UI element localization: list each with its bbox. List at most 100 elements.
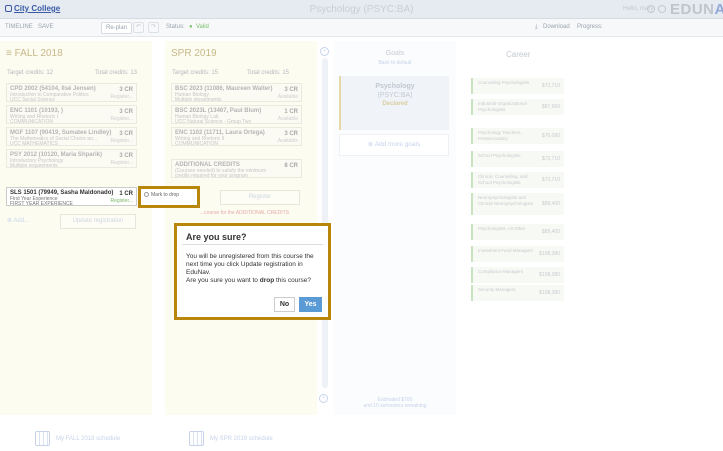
goal-card[interactable]: Psychology (PSYC:BA) Declared — [339, 76, 449, 130]
career-item[interactable]: Compliance Managers $108,380 — [471, 267, 564, 283]
calendar-icon — [35, 431, 50, 446]
total-credits: Total credits: 15 — [247, 70, 290, 76]
add-course-label: Add... — [13, 218, 30, 224]
career-item[interactable]: Psychologists, All Other $89,400 — [471, 224, 564, 240]
career-salary: $108,380 — [539, 290, 560, 296]
career-salary: $76,090 — [541, 133, 560, 139]
career-item[interactable]: Neuropsychologists and Clinical Neuropsy… — [471, 193, 564, 215]
course-card[interactable]: BSC 2023L (13467, Paul Blum) Human Biolo… — [171, 105, 302, 125]
save-button[interactable]: SAVE — [38, 24, 54, 30]
goal-status: Declared — [382, 101, 408, 107]
timeline-tab[interactable]: TIMELINE — [5, 24, 33, 30]
fall-title: ≡ FALL 2018 — [6, 48, 63, 59]
course-credits: 1 CR — [284, 109, 298, 115]
course-credits: 3 CR — [284, 87, 298, 93]
status-value: Valid — [196, 24, 209, 30]
edunav-brand: EDUNAV — [670, 1, 723, 18]
career-item[interactable]: Investment Fund Managers $108,380 — [471, 246, 564, 262]
mark-to-drop-button[interactable]: Mark to drop — [144, 192, 179, 198]
career-name: Industrial-Organizational Psychologists — [478, 101, 527, 112]
course-requirement: Multiple departments — [175, 97, 222, 103]
settings-icon[interactable] — [658, 5, 666, 13]
course-requirement: UCC Natural Science - Group Two — [175, 119, 252, 125]
career-name: Neuropsychologists and Clinical Neuropsy… — [478, 195, 534, 206]
toolbar: TIMELINE SAVE Re-plan ↶ ↷ Status: ● Vali… — [0, 19, 723, 37]
dialog-question-pre: Are you sure you want to — [186, 277, 260, 284]
course-card[interactable]: ENC 1101 (10193, ) Writing and Rhetoric … — [6, 105, 137, 125]
course-requirement: UCC Social Science — [10, 97, 56, 103]
additional-credits-card[interactable]: ADDITIONAL CREDITS (Courses needed) to s… — [171, 159, 302, 179]
career-name: Psychology Teachers, Postsecondary — [478, 130, 522, 141]
course-status: Register... — [110, 160, 133, 166]
course-card[interactable]: PSY 2012 (10120, Maria Shparik) Introduc… — [6, 149, 137, 169]
career-salary: $89,400 — [541, 201, 560, 207]
fall-schedule-link[interactable]: My FALL 2018 schedule — [35, 431, 120, 451]
goals-title: Goals — [385, 50, 405, 57]
add-more-goals-label: Add more goals — [374, 141, 421, 148]
dialog-line: EduNav. — [186, 269, 211, 276]
dialog-question-bold: drop — [259, 277, 275, 284]
confirm-drop-dialog: Are you sure? You will be unregistered f… — [174, 223, 331, 320]
career-item[interactable]: Psychology Teachers, Postsecondary $76,09… — [471, 128, 564, 144]
progress-label: Progress: — [577, 24, 603, 30]
career-salary: $72,710 — [541, 156, 560, 162]
course-requirement: COMMUNICATION — [10, 119, 53, 125]
download-button[interactable]: Download — [543, 24, 570, 30]
update-registration-button[interactable]: Update registration — [60, 214, 136, 229]
course-card[interactable]: MGF 1107 (90419, Sumatee Lindley) The Ma… — [6, 127, 137, 147]
course-requirement: credits required for your program — [175, 173, 248, 179]
dialog-line: next time you click Update registration … — [186, 261, 303, 268]
goal-code: (PSYC:BA) — [377, 92, 413, 99]
status-label: Status: — [166, 24, 185, 30]
target-credits[interactable]: Target credits: 12 — [7, 70, 53, 76]
additional-credits-note: ...course for the ADDITIONAL CREDITS — [200, 210, 290, 216]
mark-to-drop-label: Mark to drop — [151, 192, 180, 198]
plus-icon: ⊕ — [367, 141, 375, 148]
redo-icon[interactable]: ↷ — [148, 22, 159, 33]
career-name: Clinical, Counseling, and School Psychol… — [478, 174, 528, 185]
course-credits: 1 CR — [119, 191, 133, 197]
career-item[interactable]: Security Managers $108,380 — [471, 285, 564, 301]
career-name: Compliance Managers — [478, 269, 524, 274]
course-card[interactable]: CPD 2002 (54104, Ilsé Jensen) Introducti… — [6, 83, 137, 103]
back-to-default-link[interactable]: Back to default — [334, 60, 456, 66]
career-item[interactable]: School Psychologists $72,710 — [471, 151, 564, 167]
course-status: Register... — [110, 94, 133, 100]
total-credits: Total credits: 13 — [95, 70, 138, 76]
career-salary: $108,380 — [539, 251, 560, 257]
course-requirement: Multiple requirements — [10, 163, 58, 169]
brand-main: EDUN — [670, 1, 715, 18]
yes-button[interactable]: Yes — [299, 297, 322, 312]
course-status: Available — [277, 138, 298, 144]
estimate-semesters: and 10 semesters remaining — [363, 403, 427, 409]
replan-button[interactable]: Re-plan — [101, 22, 133, 34]
career-name: Psychologists, All Other — [478, 226, 526, 231]
undo-icon[interactable]: ↶ — [133, 22, 144, 33]
add-more-goals-button[interactable]: ⊕ Add more goals — [339, 134, 449, 156]
career-title: Career — [506, 50, 531, 59]
course-credits: 3 CR — [119, 153, 133, 159]
career-salary: $72,710 — [541, 177, 560, 183]
career-item[interactable]: Industrial-Organizational Psychologists $… — [471, 99, 564, 115]
course-card-selected[interactable]: SLS 1501 (79949, Sasha Maldonado) First … — [6, 187, 137, 207]
search-icon[interactable] — [647, 5, 655, 13]
collapse-icon[interactable]: ≡ — [6, 48, 15, 59]
mark-to-drop-popover: Mark to drop — [138, 186, 200, 208]
career-item[interactable]: Clinical, Counseling, and School Psychol… — [471, 172, 564, 188]
add-semester-bottom-icon[interactable]: + — [319, 394, 328, 403]
spring-schedule-link[interactable]: My SPR 2019 schedule — [189, 431, 273, 451]
course-card[interactable]: BSC 2023 (11086, Maureen Walter) Human B… — [171, 83, 302, 103]
course-card[interactable]: ENC 1102 (11711, Laura Ortega) Writing a… — [171, 127, 302, 147]
add-course-button[interactable]: ⊕ Add... — [7, 217, 29, 224]
course-status[interactable]: Register... — [110, 198, 133, 204]
check-icon: ● — [189, 24, 193, 30]
brand-accent: AV — [714, 1, 723, 18]
register-button[interactable]: Register — [220, 190, 300, 205]
title-bar: City College Psychology (PSYC:BA) Hello,… — [0, 0, 723, 19]
goal-name: Psychology — [375, 83, 415, 90]
target-credits[interactable]: Target credits: 15 — [172, 70, 218, 76]
no-button[interactable]: No — [274, 297, 295, 312]
dialog-question: Are you sure you want to drop this cours… — [186, 277, 326, 285]
career-item[interactable]: Counseling Psychologists $72,710 — [471, 78, 564, 94]
add-semester-icon[interactable]: + — [320, 47, 329, 56]
